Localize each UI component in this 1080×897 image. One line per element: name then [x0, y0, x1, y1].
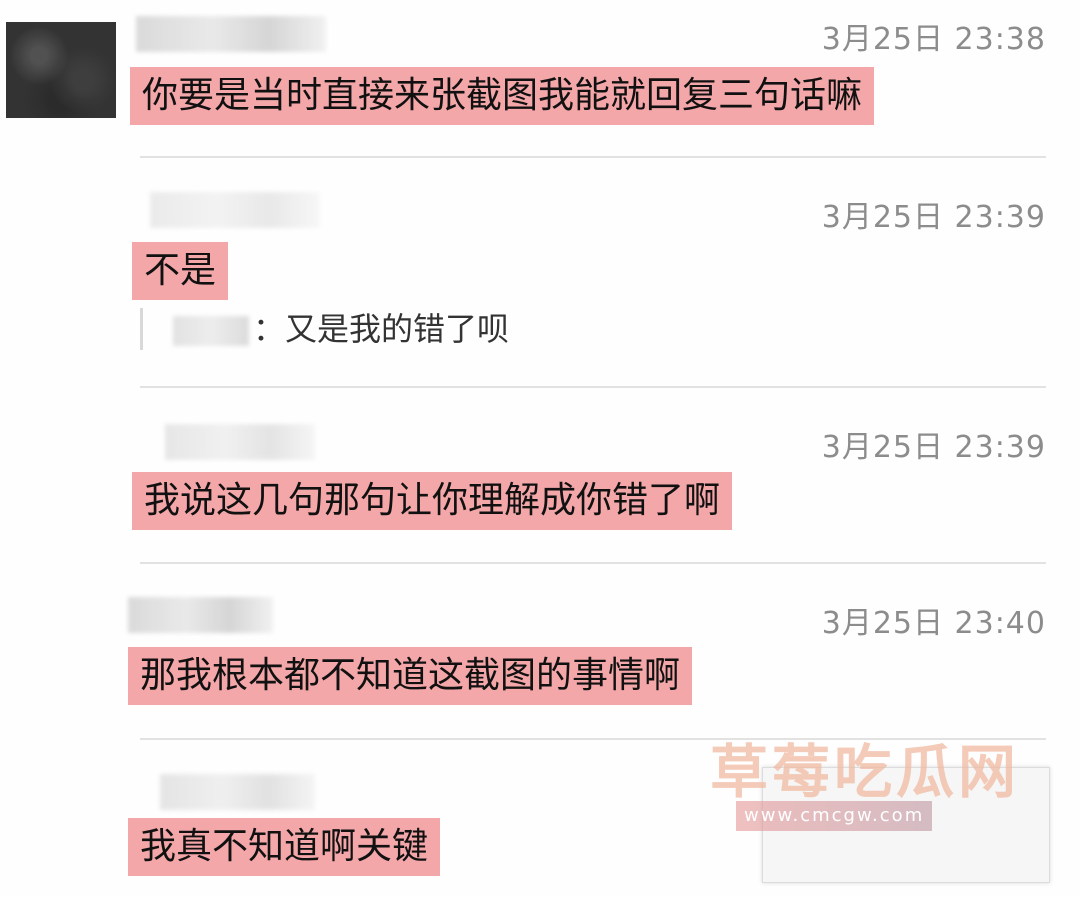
sender-name-blurred: [160, 774, 315, 810]
message-text: 你要是当时直接来张截图我能就回复三句话嘛: [130, 67, 875, 125]
quoted-reply: ：又是我的错了呗: [140, 308, 509, 350]
watermark-url: www.cmcgw.com: [736, 801, 933, 831]
chat-screenshot: 3月25日 23:38 你要是当时直接来张截图我能就回复三句话嘛 3月25日 2…: [0, 0, 1080, 897]
message-timestamp: 3月25日 23:38: [821, 22, 1046, 57]
avatar[interactable]: [6, 22, 116, 118]
message-text: 那我根本都不知道这截图的事情啊: [128, 647, 693, 705]
message-text: 我真不知道啊关键: [128, 818, 441, 876]
message-timestamp: 3月25日 23:39: [821, 430, 1046, 465]
message-text: 不是: [132, 242, 229, 300]
sender-name-blurred: [165, 424, 315, 460]
message-divider: [140, 156, 1046, 158]
quoted-text: 又是我的错了呗: [285, 310, 510, 348]
message-timestamp: 3月25日 23:40: [821, 606, 1046, 641]
sender-name-blurred: [150, 192, 320, 228]
quote-separator: ：: [253, 310, 286, 348]
message-divider: [140, 562, 1046, 564]
sender-name-blurred: [136, 16, 326, 52]
watermark: 草莓吃瓜网 www.cmcgw.com: [710, 725, 1070, 885]
message-divider: [140, 386, 1046, 388]
message-timestamp: 3月25日 23:39: [821, 200, 1046, 235]
sender-name-blurred: [128, 597, 273, 633]
message-text: 我说这几句那句让你理解成你错了啊: [132, 472, 733, 530]
quoted-sender-blurred: [173, 316, 249, 346]
watermark-title: 草莓吃瓜网: [710, 738, 1021, 806]
